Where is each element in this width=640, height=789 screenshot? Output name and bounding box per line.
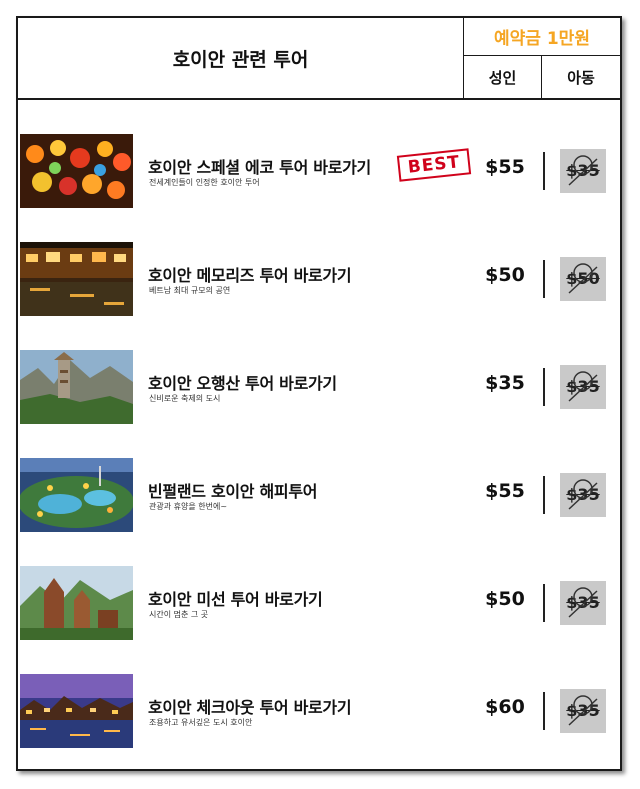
tour-link[interactable]: 빈펄랜드 호이안 해피투어 — [148, 478, 317, 502]
child-column-header: 아동 — [567, 68, 595, 87]
struck-price-icon — [568, 371, 598, 402]
riverside-night-photo[interactable] — [20, 242, 133, 316]
tour-row[interactable]: 호이안 메모리즈 투어 바로가기 베트남 최대 규모의 공연 $50 $50 — [18, 242, 620, 316]
adult-price: $60 — [485, 696, 525, 718]
tour-link[interactable]: 호이안 오행산 투어 바로가기 — [148, 370, 337, 394]
tour-description: 관광과 휴양을 한번에~ — [149, 502, 228, 511]
tour-description: 조용하고 유서깊은 도시 호이안 — [149, 718, 253, 727]
struck-price-icon — [568, 695, 598, 726]
tour-link[interactable]: 호이안 미선 투어 바로가기 — [148, 586, 323, 610]
child-price-box: $50 — [560, 257, 606, 301]
riverside-image — [20, 242, 133, 316]
tour-description: 베트남 최대 규모의 공연 — [149, 286, 231, 295]
adult-price: $55 — [485, 480, 525, 502]
tour-description: 전세계인들이 인정한 호이안 투어 — [149, 178, 260, 187]
lanterns-photo[interactable] — [20, 134, 133, 208]
price-divider — [543, 152, 545, 190]
adult-price: $55 — [485, 156, 525, 178]
adult-column-header: 성인 — [464, 56, 542, 98]
struck-price-icon — [568, 155, 598, 186]
tour-link[interactable]: 호이안 스페셜 에코 투어 바로가기 — [148, 154, 371, 178]
evening-town-photo[interactable] — [20, 674, 133, 748]
best-badge: BEST — [396, 148, 472, 182]
tour-description: 시간이 멈춘 그 곳 — [149, 610, 209, 619]
my-son-ruins-photo[interactable] — [20, 566, 133, 640]
tour-row[interactable]: 빈펄랜드 호이안 해피투어 관광과 휴양을 한번에~ $55 $35 — [18, 458, 620, 532]
marble-mountain-photo[interactable] — [20, 350, 133, 424]
tour-row[interactable]: 호이안 미선 투어 바로가기 시간이 멈춘 그 곳 $50 $35 — [18, 566, 620, 640]
tour-row[interactable]: 호이안 스페셜 에코 투어 바로가기 전세계인들이 인정한 호이안 투어 BES… — [18, 134, 620, 208]
theme-park-image — [20, 458, 133, 532]
table-header: 호이안 관련 투어 예약금 1만원 성인 아동 — [18, 18, 620, 100]
lanterns-image — [20, 134, 133, 208]
tour-table: 호이안 관련 투어 예약금 1만원 성인 아동 호이안 스페셜 에코 투어 바로… — [16, 16, 622, 771]
deposit-label: 예약금 1만원 — [464, 18, 620, 56]
child-price-box: $35 — [560, 149, 606, 193]
table-title: 호이안 관련 투어 — [18, 18, 464, 98]
struck-price-icon — [568, 263, 598, 294]
tour-link[interactable]: 호이안 메모리즈 투어 바로가기 — [148, 262, 352, 286]
child-price-box: $35 — [560, 689, 606, 733]
theme-park-photo[interactable] — [20, 458, 133, 532]
adult-price: $35 — [485, 372, 525, 394]
child-price-box: $35 — [560, 365, 606, 409]
price-divider — [543, 476, 545, 514]
child-price-box: $35 — [560, 581, 606, 625]
ruins-image — [20, 566, 133, 640]
mountain-image — [20, 350, 133, 424]
child-price-box: $35 — [560, 473, 606, 517]
price-divider — [543, 584, 545, 622]
tour-row[interactable]: 호이안 오행산 투어 바로가기 신비로운 축제의 도시 $35 $35 — [18, 350, 620, 424]
price-divider — [543, 260, 545, 298]
struck-price-icon — [568, 479, 598, 510]
price-divider — [543, 692, 545, 730]
tour-description: 신비로운 축제의 도시 — [149, 394, 221, 403]
tour-row[interactable]: 호이안 체크아웃 투어 바로가기 조용하고 유서깊은 도시 호이안 $60 $3… — [18, 674, 620, 748]
adult-price: $50 — [485, 264, 525, 286]
adult-price: $50 — [485, 588, 525, 610]
struck-price-icon — [568, 587, 598, 618]
tour-link[interactable]: 호이안 체크아웃 투어 바로가기 — [148, 694, 352, 718]
price-divider — [543, 368, 545, 406]
evening-town-image — [20, 674, 133, 748]
